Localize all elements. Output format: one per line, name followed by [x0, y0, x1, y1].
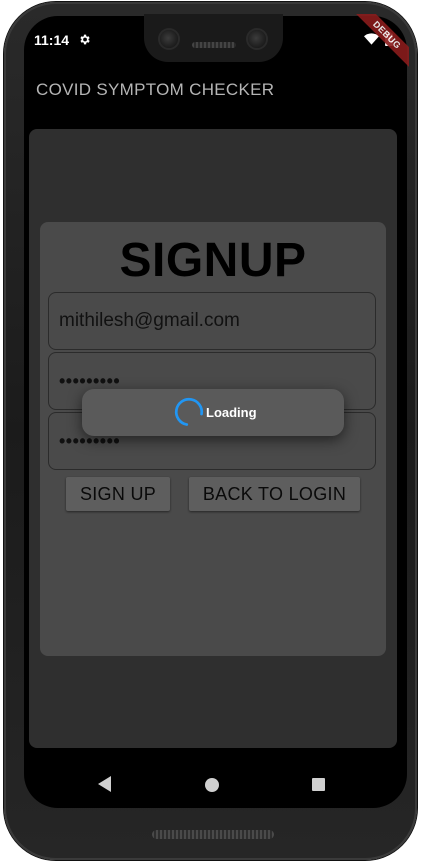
circle-home-icon[interactable]	[205, 778, 219, 792]
email-field[interactable]: mithilesh@gmail.com	[48, 292, 376, 350]
status-time: 11:14	[34, 32, 70, 48]
email-field-value: mithilesh@gmail.com	[59, 310, 240, 331]
back-to-login-button[interactable]: BACK TO LOGIN	[189, 477, 360, 511]
signup-heading: SIGNUP	[119, 234, 307, 287]
sign-up-button[interactable]: SIGN UP	[66, 477, 170, 511]
debug-banner: DEBUG	[339, 14, 409, 84]
app-bar-title: COVID SYMPTOM CHECKER	[36, 80, 275, 99]
gear-icon	[80, 34, 90, 45]
notch	[144, 14, 283, 62]
loading-text: Loading	[206, 405, 257, 420]
loading-dialog: Loading	[82, 389, 344, 436]
loading-spinner-icon	[174, 397, 204, 427]
debug-banner-label: DEBUG	[346, 14, 409, 76]
square-recents-icon[interactable]	[312, 778, 325, 791]
triangle-back-icon[interactable]	[98, 776, 111, 792]
front-camera-right	[248, 30, 266, 48]
front-camera-left	[160, 30, 178, 48]
system-nav-bar	[20, 760, 403, 810]
bottom-speaker-grille	[152, 830, 274, 839]
earpiece-speaker	[192, 42, 236, 48]
